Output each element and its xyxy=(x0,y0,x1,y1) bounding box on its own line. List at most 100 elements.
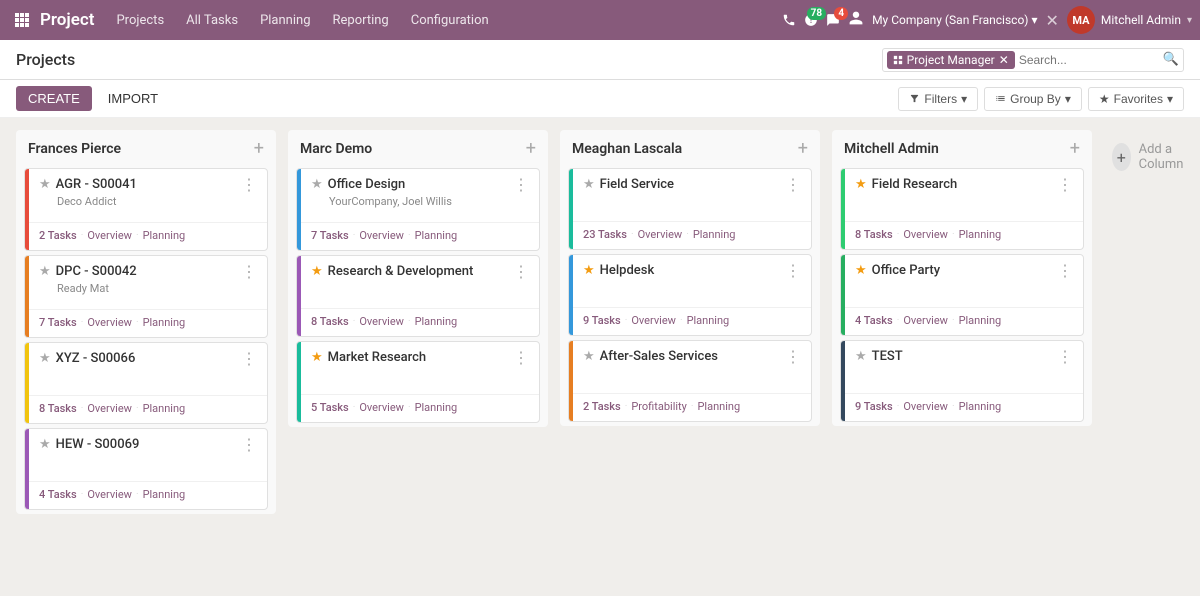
favorite-icon[interactable]: ★ xyxy=(39,351,51,366)
task-count[interactable]: 5 Tasks xyxy=(311,401,349,414)
filters-button[interactable]: Filters ▾ xyxy=(898,87,978,111)
favorite-icon[interactable]: ★ xyxy=(583,263,595,278)
card-link-profitability[interactable]: Profitability xyxy=(631,400,687,413)
group-by-button[interactable]: Group By ▾ xyxy=(984,87,1082,111)
task-count[interactable]: 2 Tasks xyxy=(583,400,621,413)
card-link-planning[interactable]: Planning xyxy=(143,402,186,415)
card-menu-icon[interactable]: ⋮ xyxy=(785,263,801,279)
user-menu[interactable]: MA Mitchell Admin ▾ xyxy=(1067,6,1192,34)
card-title[interactable]: Office Party xyxy=(872,263,940,278)
task-count[interactable]: 8 Tasks xyxy=(39,402,77,415)
card-title[interactable]: Market Research xyxy=(328,350,426,365)
close-icon[interactable]: ✕ xyxy=(1046,11,1059,30)
card-menu-icon[interactable]: ⋮ xyxy=(513,264,529,280)
card-menu-icon[interactable]: ⋮ xyxy=(513,177,529,193)
favorite-icon[interactable]: ★ xyxy=(855,177,867,192)
nav-configuration[interactable]: Configuration xyxy=(401,9,499,32)
card-link-planning[interactable]: Planning xyxy=(415,229,458,242)
nav-all-tasks[interactable]: All Tasks xyxy=(176,9,248,32)
task-count[interactable]: 23 Tasks xyxy=(583,228,627,241)
favorites-button[interactable]: ★ Favorites ▾ xyxy=(1088,87,1184,111)
remove-filter-icon[interactable]: ✕ xyxy=(999,53,1009,67)
nav-projects[interactable]: Projects xyxy=(106,9,174,32)
card-menu-icon[interactable]: ⋮ xyxy=(785,349,801,365)
card-link-overview[interactable]: Overview xyxy=(903,400,948,413)
favorite-icon[interactable]: ★ xyxy=(583,349,595,364)
task-count[interactable]: 4 Tasks xyxy=(855,314,893,327)
card-title[interactable]: After-Sales Services xyxy=(600,349,718,364)
column-add-card[interactable]: + xyxy=(798,140,808,158)
task-count[interactable]: 9 Tasks xyxy=(855,400,893,413)
card-title[interactable]: AGR - S00041 xyxy=(56,177,137,192)
search-input[interactable] xyxy=(1019,53,1159,67)
card-link-overview[interactable]: Overview xyxy=(903,314,948,327)
task-count[interactable]: 9 Tasks xyxy=(583,314,621,327)
card-title[interactable]: Field Service xyxy=(600,177,674,192)
company-selector[interactable]: My Company (San Francisco) ▾ xyxy=(872,13,1037,27)
add-column-button[interactable]: +Add a Column xyxy=(1104,130,1200,184)
column-add-card[interactable]: + xyxy=(526,140,536,158)
card-menu-icon[interactable]: ⋮ xyxy=(1057,349,1073,365)
card-link-overview[interactable]: Overview xyxy=(638,228,683,241)
card-menu-icon[interactable]: ⋮ xyxy=(785,177,801,193)
favorite-icon[interactable]: ★ xyxy=(39,177,51,192)
task-count[interactable]: 8 Tasks xyxy=(855,228,893,241)
card-link-planning[interactable]: Planning xyxy=(415,315,458,328)
favorite-icon[interactable]: ★ xyxy=(39,264,51,279)
favorite-icon[interactable]: ★ xyxy=(583,177,595,192)
card-menu-icon[interactable]: ⋮ xyxy=(241,177,257,193)
favorite-icon[interactable]: ★ xyxy=(39,437,51,452)
activity-icon[interactable]: 78 xyxy=(804,13,818,27)
favorite-icon[interactable]: ★ xyxy=(855,263,867,278)
favorite-icon[interactable]: ★ xyxy=(311,264,323,279)
search-icon[interactable]: 🔍 xyxy=(1163,52,1179,67)
favorite-icon[interactable]: ★ xyxy=(311,350,323,365)
favorite-icon[interactable]: ★ xyxy=(855,349,867,364)
nav-reporting[interactable]: Reporting xyxy=(323,9,399,32)
card-link-planning[interactable]: Planning xyxy=(415,401,458,414)
card-menu-icon[interactable]: ⋮ xyxy=(1057,177,1073,193)
favorite-icon[interactable]: ★ xyxy=(311,177,323,192)
card-link-planning[interactable]: Planning xyxy=(697,400,740,413)
task-count[interactable]: 8 Tasks xyxy=(311,315,349,328)
task-count[interactable]: 7 Tasks xyxy=(311,229,349,242)
card-link-planning[interactable]: Planning xyxy=(687,314,730,327)
card-title[interactable]: XYZ - S00066 xyxy=(56,351,136,366)
phone-icon[interactable] xyxy=(782,13,796,27)
card-title[interactable]: DPC - S00042 xyxy=(56,264,137,279)
card-title[interactable]: Research & Development xyxy=(328,264,474,279)
card-menu-icon[interactable]: ⋮ xyxy=(241,264,257,280)
create-button[interactable]: CREATE xyxy=(16,86,92,111)
card-link-planning[interactable]: Planning xyxy=(143,229,186,242)
card-link-overview[interactable]: Overview xyxy=(359,315,404,328)
card-link-planning[interactable]: Planning xyxy=(959,314,1002,327)
card-link-overview[interactable]: Overview xyxy=(87,229,132,242)
person-icon[interactable] xyxy=(848,10,864,30)
card-menu-icon[interactable]: ⋮ xyxy=(241,437,257,453)
task-count[interactable]: 7 Tasks xyxy=(39,316,77,329)
card-link-planning[interactable]: Planning xyxy=(143,316,186,329)
card-menu-icon[interactable]: ⋮ xyxy=(513,350,529,366)
card-menu-icon[interactable]: ⋮ xyxy=(241,351,257,367)
card-link-planning[interactable]: Planning xyxy=(693,228,736,241)
card-title[interactable]: Helpdesk xyxy=(600,263,655,278)
import-button[interactable]: IMPORT xyxy=(100,86,166,111)
card-link-overview[interactable]: Overview xyxy=(903,228,948,241)
card-title[interactable]: Office Design xyxy=(328,177,406,192)
card-link-overview[interactable]: Overview xyxy=(87,316,132,329)
card-link-overview[interactable]: Overview xyxy=(359,401,404,414)
card-link-planning[interactable]: Planning xyxy=(143,488,186,501)
messages-icon[interactable]: 4 xyxy=(826,13,840,27)
column-add-card[interactable]: + xyxy=(1070,140,1080,158)
card-link-overview[interactable]: Overview xyxy=(87,488,132,501)
card-link-overview[interactable]: Overview xyxy=(87,402,132,415)
card-link-planning[interactable]: Planning xyxy=(959,400,1002,413)
card-menu-icon[interactable]: ⋮ xyxy=(1057,263,1073,279)
task-count[interactable]: 4 Tasks xyxy=(39,488,77,501)
project-manager-filter[interactable]: Project Manager ✕ xyxy=(887,51,1015,69)
column-add-card[interactable]: + xyxy=(254,140,264,158)
card-link-overview[interactable]: Overview xyxy=(359,229,404,242)
task-count[interactable]: 2 Tasks xyxy=(39,229,77,242)
card-title[interactable]: Field Research xyxy=(872,177,958,192)
grid-menu-icon[interactable] xyxy=(8,6,36,34)
